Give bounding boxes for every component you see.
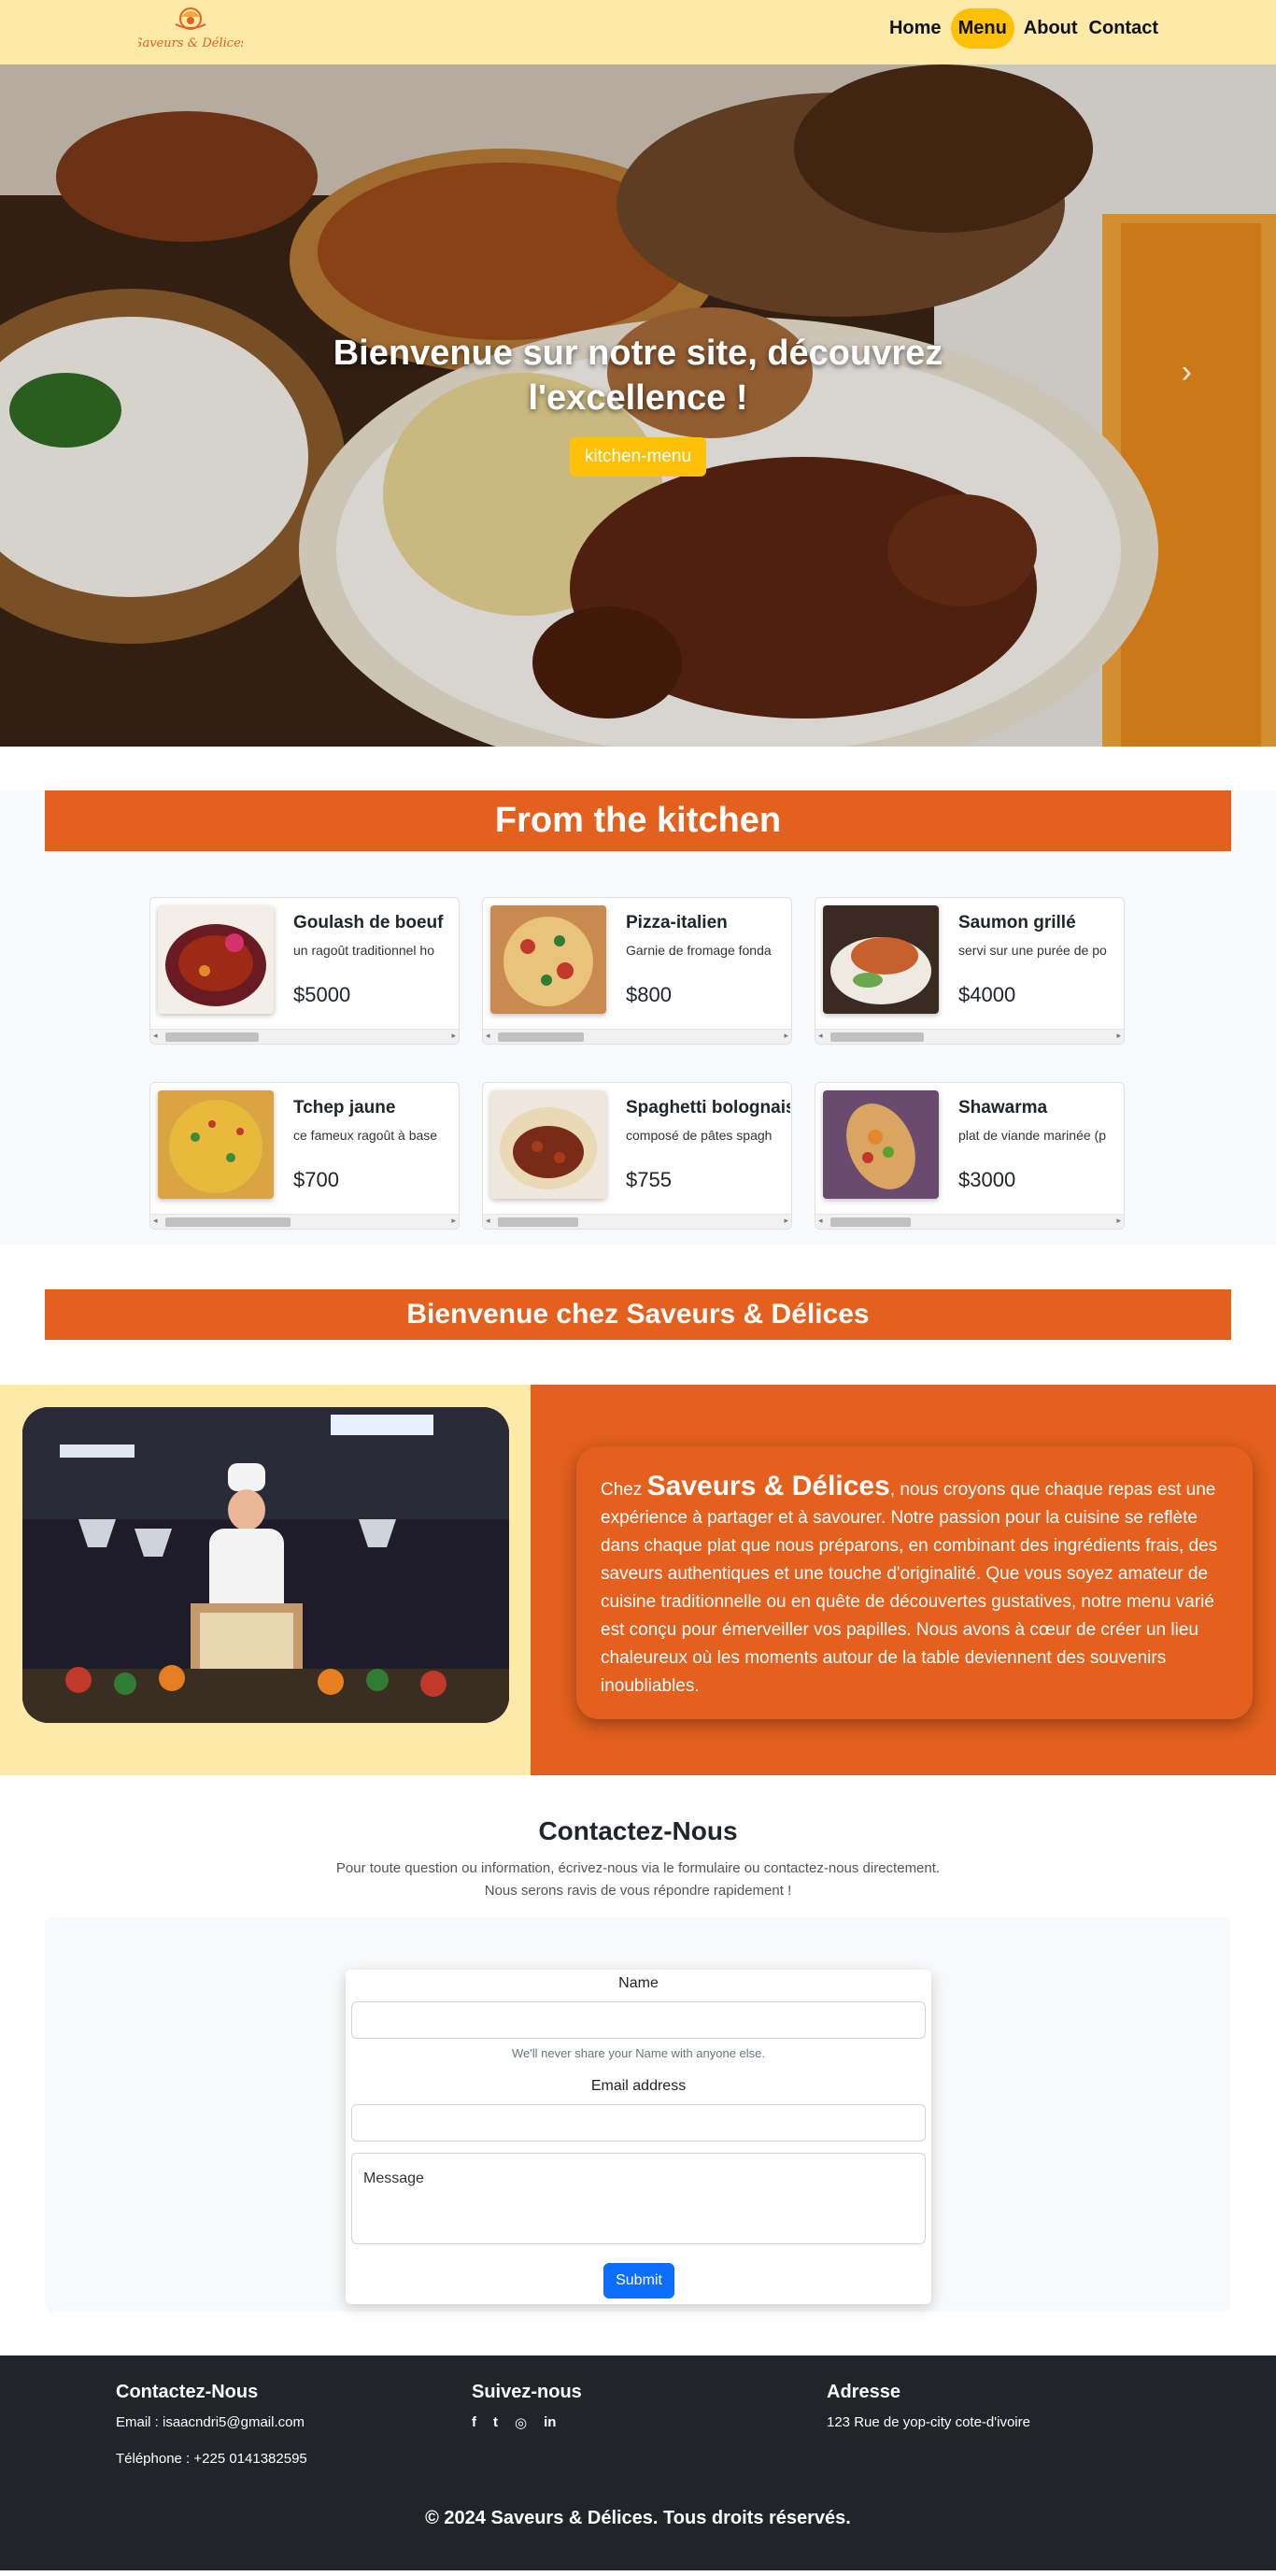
about-text-card: Chez Saveurs & Délices, nous croyons que… xyxy=(576,1446,1253,1719)
contact-subtitle-line2: Nous serons ravis de vous répondre rapid… xyxy=(484,1883,792,1899)
menu-card-title: Shawarma xyxy=(958,1098,1048,1117)
email-input[interactable] xyxy=(351,2104,926,2142)
menu-card-price: $700 xyxy=(293,1168,339,1191)
hero-title-line2: l'excellence ! xyxy=(528,378,748,418)
about-left-panel xyxy=(0,1385,531,1775)
name-help-text: We'll never share your Name with anyone … xyxy=(511,2046,766,2060)
about-text: , nous croyons que chaque repas est une … xyxy=(601,1480,1218,1696)
chevron-right-icon[interactable]: › xyxy=(1182,354,1192,391)
kitchen-section: From the kitchen Goulash de boeuf un rag… xyxy=(0,790,1276,1245)
nav-link-menu[interactable]: Menu xyxy=(950,8,1014,49)
welcome-title: Bienvenue chez Saveurs & Délices xyxy=(45,1289,1231,1340)
footer-address-text: 123 Rue de yop-city cote-d'ivoire xyxy=(827,2414,1030,2430)
menu-card-desc: ce fameux ragoût à base xyxy=(293,1128,438,1143)
menu-card[interactable]: Saumon grillé servi sur une purée de po … xyxy=(815,897,1125,1045)
hero-title-line1: Bienvenue sur notre site, découvrez xyxy=(333,334,943,373)
nav-link-about[interactable]: About xyxy=(1022,8,1080,49)
twitter-icon[interactable]: t xyxy=(493,2414,498,2431)
menu-card-price: $755 xyxy=(626,1168,672,1191)
footer-phone: Téléphone : +225 0141382595 xyxy=(116,2451,307,2467)
nav-link-home[interactable]: Home xyxy=(887,8,943,49)
footer-address-title: Adresse xyxy=(827,2382,900,2402)
footer-follow: Suivez-nous f t ◎ in xyxy=(472,2382,582,2431)
menu-card[interactable]: Shawarma plat de viande marinée (p $3000… xyxy=(815,1082,1125,1230)
menu-card[interactable]: Goulash de boeuf un ragoût traditionnel … xyxy=(149,897,460,1045)
linkedin-icon[interactable]: in xyxy=(544,2414,556,2431)
email-label: Email address xyxy=(590,2078,687,2094)
contact-subtitle: Pour toute question ou information, écri… xyxy=(0,1857,1276,1902)
horizontal-scrollbar[interactable]: ◂ ▸ xyxy=(815,1214,1124,1229)
submit-button[interactable]: Submit xyxy=(603,2263,674,2298)
hero-caption: Bienvenue sur notre site, découvrez l'ex… xyxy=(0,331,1276,477)
menu-card-title: Spaghetti bolognais xyxy=(626,1098,790,1117)
nav-link-contact[interactable]: Contact xyxy=(1087,8,1160,49)
menu-card-title: Saumon grillé xyxy=(958,913,1076,932)
logo-text: Saveurs & Délices xyxy=(138,36,243,50)
about-brand: Saveurs & Délices xyxy=(646,1471,890,1501)
menu-card-image xyxy=(490,1090,606,1199)
footer-email: Email : isaacndri5@gmail.com xyxy=(116,2414,305,2430)
kitchen-menu-button[interactable]: kitchen-menu xyxy=(569,437,707,477)
menu-card[interactable]: Pizza-italien Garnie de fromage fonda $8… xyxy=(482,897,792,1045)
menu-card-desc: servi sur une purée de po xyxy=(958,943,1107,958)
nav-links: Home Menu About Contact xyxy=(887,8,1160,49)
footer-contact-title: Contactez-Nous xyxy=(116,2382,259,2402)
hero-title: Bienvenue sur notre site, découvrez l'ex… xyxy=(0,331,1276,420)
menu-card-title: Tchep jaune xyxy=(293,1098,396,1117)
menu-card-price: $4000 xyxy=(958,983,1016,1006)
menu-card-desc: Garnie de fromage fonda xyxy=(626,943,772,958)
menu-card[interactable]: Tchep jaune ce fameux ragoût à base $700… xyxy=(149,1082,460,1230)
hero-carousel: Bienvenue sur notre site, découvrez l'ex… xyxy=(0,64,1276,747)
menu-card-image xyxy=(490,905,606,1014)
name-label: Name xyxy=(618,1975,659,1991)
facebook-icon[interactable]: f xyxy=(472,2414,476,2431)
menu-card-image xyxy=(158,1090,274,1199)
menu-card-desc: plat de viande marinée (p xyxy=(958,1128,1106,1143)
menu-card-title: Pizza-italien xyxy=(626,913,728,932)
copyright: © 2024 Saveurs & Délices. Tous droits ré… xyxy=(425,2508,851,2528)
horizontal-scrollbar[interactable]: ◂ ▸ xyxy=(483,1029,791,1044)
logo[interactable]: Saveurs & Délices xyxy=(135,4,248,56)
horizontal-scrollbar[interactable]: ◂ ▸ xyxy=(150,1029,459,1044)
instagram-icon[interactable]: ◎ xyxy=(515,2414,527,2431)
footer-address: Adresse 123 Rue de yop-city cote-d'ivoir… xyxy=(827,2382,1030,2451)
menu-card-price: $5000 xyxy=(293,983,351,1006)
about-section: Chez Saveurs & Délices, nous croyons que… xyxy=(0,1385,1276,1775)
footer-contact: Contactez-Nous Email : isaacndri5@gmail.… xyxy=(116,2382,307,2487)
footer-follow-title: Suivez-nous xyxy=(472,2382,582,2402)
menu-card-desc: composé de pâtes spagh xyxy=(626,1128,773,1143)
about-intro: Chez xyxy=(601,1480,643,1500)
horizontal-scrollbar[interactable]: ◂ ▸ xyxy=(483,1214,791,1229)
menu-card-image xyxy=(158,905,274,1014)
menu-card-price: $3000 xyxy=(958,1168,1016,1191)
social-links: f t ◎ in xyxy=(472,2414,582,2431)
contact-title: Contactez-Nous xyxy=(538,1816,738,1845)
navbar: Saveurs & Délices Home Menu About Contac… xyxy=(0,0,1276,64)
horizontal-scrollbar[interactable]: ◂ ▸ xyxy=(815,1029,1124,1044)
menu-card-price: $800 xyxy=(626,983,672,1006)
menu-card-image xyxy=(823,905,939,1014)
menu-card[interactable]: Spaghetti bolognais composé de pâtes spa… xyxy=(482,1082,792,1230)
menu-card-desc: un ragoût traditionnel ho xyxy=(293,943,434,958)
name-input[interactable] xyxy=(351,2001,926,2039)
contact-form: Name We'll never share your Name with an… xyxy=(346,1970,931,2304)
footer: Contactez-Nous Email : isaacndri5@gmail.… xyxy=(0,2355,1276,2570)
message-textarea[interactable]: Message xyxy=(351,2153,926,2244)
menu-card-title: Goulash de boeuf xyxy=(293,913,444,932)
menu-card-image xyxy=(823,1090,939,1199)
contact-subtitle-line1: Pour toute question ou information, écri… xyxy=(335,1860,941,1876)
horizontal-scrollbar[interactable]: ◂ ▸ xyxy=(150,1214,459,1229)
chef-image xyxy=(22,1407,509,1723)
kitchen-title: From the kitchen xyxy=(45,790,1231,851)
